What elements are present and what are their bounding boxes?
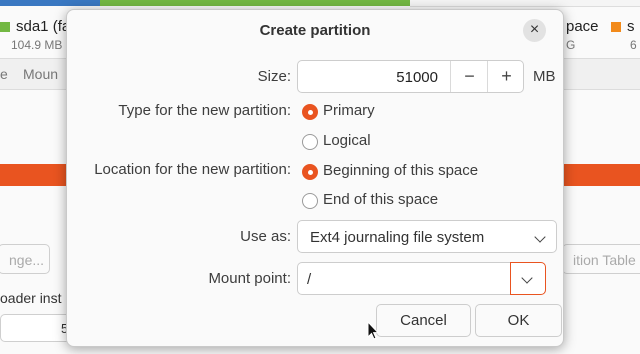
legend-sda1: sda1 (fa: [0, 18, 70, 35]
size-label: Size:: [257, 68, 291, 85]
legend-sda1-size: 104.9 MB: [11, 38, 63, 52]
mount-point-dropdown-button[interactable]: [510, 262, 546, 295]
location-beginning-label[interactable]: Beginning of this space: [323, 162, 478, 179]
location-beginning-radio[interactable]: [302, 164, 318, 180]
new-partition-table-button[interactable]: ition Table: [562, 244, 640, 274]
type-primary-label[interactable]: Primary: [323, 102, 375, 119]
mount-point-label: Mount point:: [208, 270, 291, 287]
create-partition-dialog: Create partition × Size: 51000 − + MB Ty…: [66, 9, 564, 347]
partition-segment-green: [100, 0, 410, 6]
legend-swatch: [0, 22, 10, 33]
legend-other-size: 6: [630, 38, 637, 52]
dialog-title: Create partition: [259, 22, 371, 39]
increase-size-button[interactable]: +: [487, 61, 525, 92]
cancel-button[interactable]: Cancel: [376, 304, 471, 337]
use-as-label: Use as:: [240, 228, 291, 245]
size-spinbox[interactable]: 51000 − +: [297, 60, 524, 93]
minus-icon: −: [464, 66, 475, 86]
decrease-size-button[interactable]: −: [450, 61, 488, 92]
use-as-select[interactable]: Ext4 journaling file system: [297, 220, 557, 253]
legend-free-size: G: [566, 38, 576, 52]
plus-icon: +: [501, 66, 512, 86]
bootloader-label: oader inst: [0, 290, 62, 306]
close-icon: ×: [529, 21, 540, 38]
column-header-device: e: [0, 66, 8, 82]
close-button[interactable]: ×: [523, 19, 546, 42]
type-label: Type for the new partition:: [118, 102, 291, 119]
partition-usage-bar: [0, 0, 640, 7]
legend-sda1-name: sda1 (fa: [16, 18, 71, 35]
partition-segment-blue: [0, 0, 100, 6]
column-header-mount: Moun: [23, 66, 59, 82]
size-input[interactable]: 51000: [298, 69, 438, 86]
legend-other-name: s: [627, 18, 635, 35]
legend-swatch: [611, 22, 621, 33]
partition-segment-free: [410, 0, 640, 7]
ok-button[interactable]: OK: [475, 304, 562, 337]
mouse-pointer-icon: [367, 321, 379, 340]
legend-other: s: [611, 18, 635, 35]
legend-free-name: pace: [566, 18, 599, 35]
type-logical-label[interactable]: Logical: [323, 132, 371, 149]
mount-point-input[interactable]: /: [297, 262, 511, 295]
chevron-down-icon: [521, 272, 533, 284]
change-button[interactable]: nge...: [0, 244, 50, 274]
mount-point-value: /: [307, 271, 312, 288]
size-unit: MB: [533, 68, 556, 85]
location-end-label[interactable]: End of this space: [323, 191, 438, 208]
type-primary-radio[interactable]: [302, 104, 318, 120]
location-label: Location for the new partition:: [94, 161, 291, 178]
chevron-down-icon: [534, 231, 546, 243]
use-as-value: Ext4 journaling file system: [310, 229, 485, 246]
location-end-radio[interactable]: [302, 193, 318, 209]
type-logical-radio[interactable]: [302, 134, 318, 150]
